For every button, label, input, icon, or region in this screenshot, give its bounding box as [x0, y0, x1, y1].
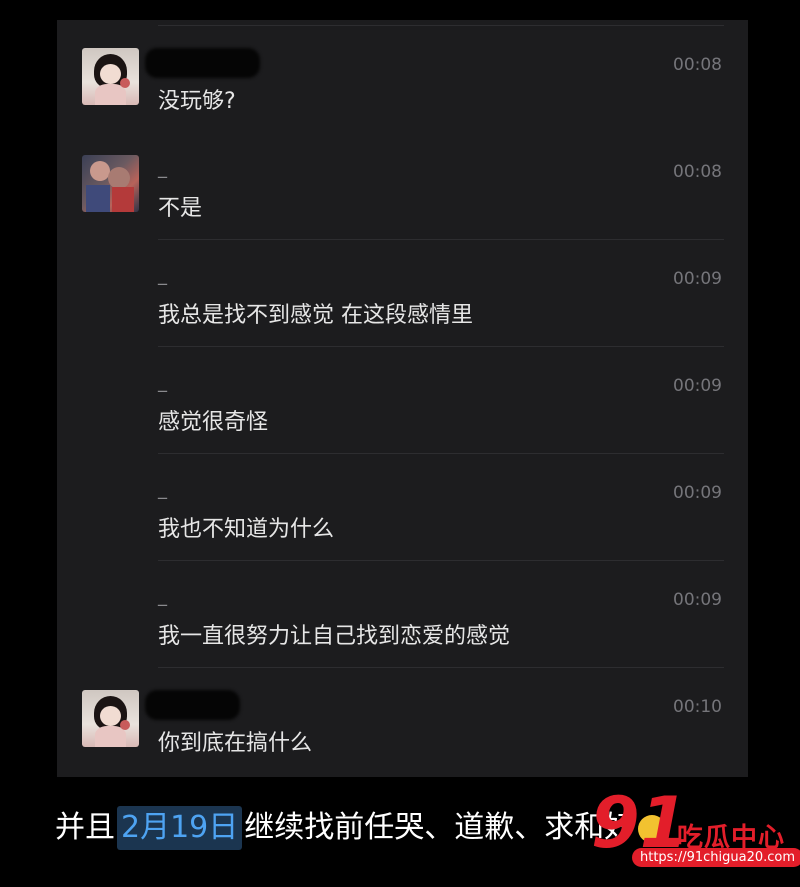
message-divider — [158, 453, 724, 454]
message-text: 没玩够? — [158, 89, 236, 114]
message-item[interactable]: _ 00:08 不是 — [57, 132, 748, 239]
message-text: 不是 — [158, 196, 203, 221]
message-divider — [158, 560, 724, 561]
chat-panel: 00:08 没玩够? _ 00:08 不是 _ 00:09 我总是找不到感觉 在… — [57, 20, 748, 777]
caption-text: 并且 2月19日 继续找前任哭、道歉、求和好 — [55, 806, 667, 850]
message-item[interactable]: _ 00:09 我一直很努力让自己找到恋爱的感觉 — [57, 560, 748, 667]
girl-avatar-icon[interactable] — [82, 690, 139, 747]
sender-name: _ — [158, 372, 167, 393]
girl-avatar-icon[interactable] — [82, 48, 139, 105]
message-item[interactable]: 00:08 没玩够? — [57, 25, 748, 132]
caption-after: 继续找前任哭、道歉、求和好 — [244, 810, 635, 845]
caption-before: 并且 — [55, 810, 115, 845]
message-time: 00:08 — [673, 55, 722, 75]
redacted-name — [145, 690, 240, 720]
watermark-url: https://91chigua20.com — [632, 848, 800, 867]
message-time: 00:09 — [673, 590, 722, 610]
message-text: 我总是找不到感觉 在这段感情里 — [158, 303, 473, 328]
photo-avatar-icon[interactable] — [82, 155, 139, 212]
message-divider — [158, 239, 724, 240]
sender-name: _ — [158, 586, 167, 607]
sender-name: _ — [158, 265, 167, 286]
message-item[interactable]: _ 00:09 感觉很奇怪 — [57, 346, 748, 453]
message-item[interactable]: _ 00:09 我总是找不到感觉 在这段感情里 — [57, 239, 748, 346]
message-time: 00:09 — [673, 269, 722, 289]
message-time: 00:08 — [673, 162, 722, 182]
redacted-name — [145, 48, 260, 78]
message-divider — [158, 25, 724, 26]
message-text: 感觉很奇怪 — [158, 410, 269, 435]
message-divider — [158, 346, 724, 347]
message-item[interactable]: 00:10 你到底在搞什么 — [57, 667, 748, 774]
message-text: 我也不知道为什么 — [158, 517, 335, 542]
message-time: 00:10 — [673, 697, 722, 717]
caption-date-highlight: 2月19日 — [117, 806, 243, 850]
message-text: 你到底在搞什么 — [158, 731, 313, 756]
message-time: 00:09 — [673, 483, 722, 503]
message-text: 我一直很努力让自己找到恋爱的感觉 — [158, 624, 511, 649]
message-divider — [158, 667, 724, 668]
message-time: 00:09 — [673, 376, 722, 396]
message-item[interactable]: _ 00:09 我也不知道为什么 — [57, 453, 748, 560]
sender-name: _ — [158, 158, 167, 179]
sender-name: _ — [158, 479, 167, 500]
